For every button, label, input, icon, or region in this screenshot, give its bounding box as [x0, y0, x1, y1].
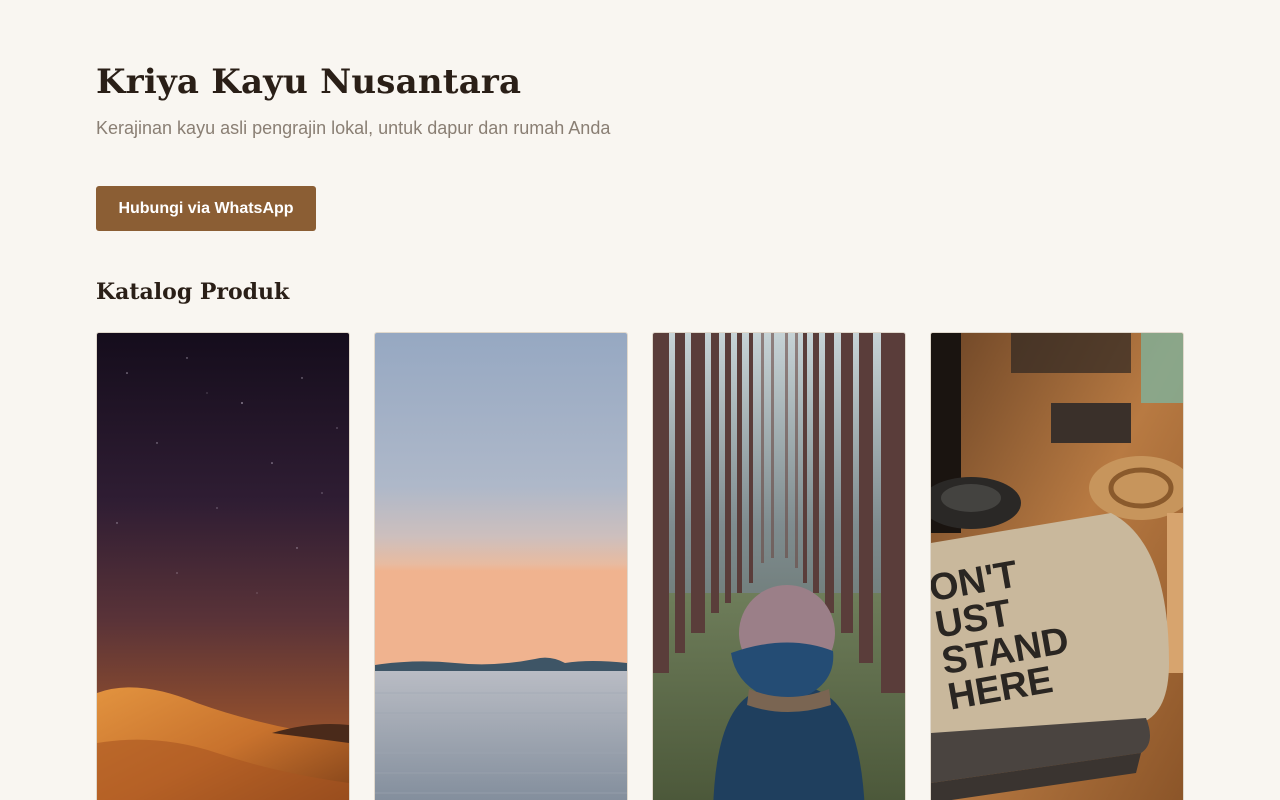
product-catalog: ON'T UST STAND HERE	[96, 332, 1184, 800]
product-card[interactable]	[374, 332, 628, 800]
product-card[interactable]	[652, 332, 906, 800]
product-card[interactable]: ON'T UST STAND HERE	[930, 332, 1184, 800]
product-image-lake[interactable]	[375, 333, 627, 800]
product-image-forest[interactable]	[653, 333, 905, 800]
whatsapp-contact-button[interactable]: Hubungi via WhatsApp	[96, 186, 316, 231]
site-title: Kriya Kayu Nusantara	[96, 62, 522, 102]
product-image-desert[interactable]	[97, 333, 349, 800]
product-image-notebook[interactable]: ON'T UST STAND HERE	[931, 333, 1183, 800]
catalog-heading: Katalog Produk	[96, 279, 290, 305]
site-tagline: Kerajinan kayu asli pengrajin lokal, unt…	[96, 118, 611, 138]
page: Kriya Kayu Nusantara Kerajinan kayu asli…	[0, 0, 1280, 800]
product-card[interactable]	[96, 332, 350, 800]
